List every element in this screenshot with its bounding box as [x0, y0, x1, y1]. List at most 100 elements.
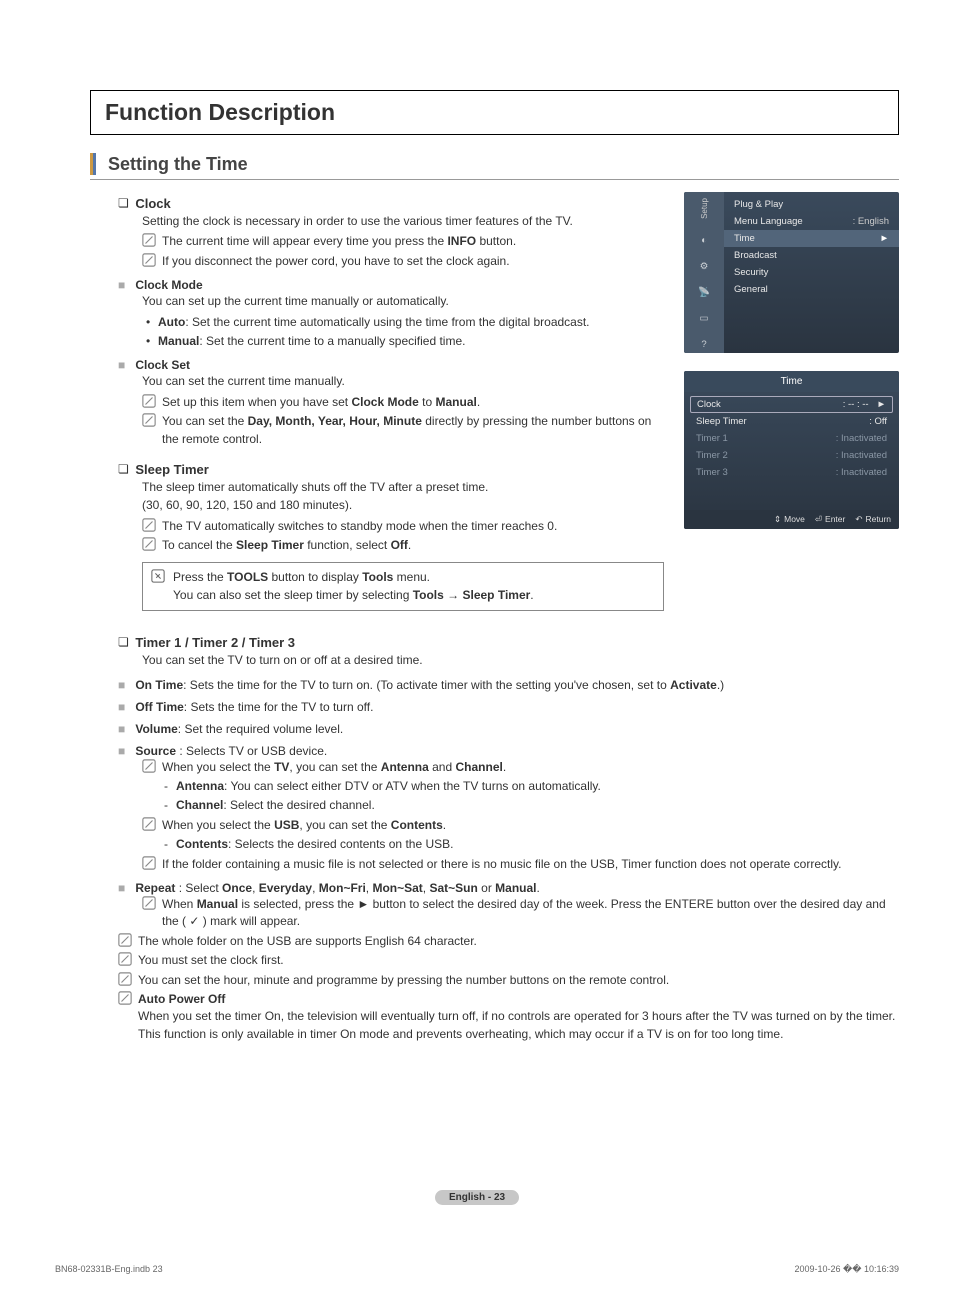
timers-intro: You can set the TV to turn on or off at … [142, 652, 899, 669]
clock-set-note-2: You can set the Day, Month, Year, Hour, … [142, 413, 664, 448]
page-footer: English - 23 [0, 1189, 954, 1205]
auto-power-off: Auto Power OffWhen you set the timer On,… [118, 991, 899, 1043]
osd-setup-row: Security [724, 264, 899, 281]
note-icon [118, 991, 132, 1008]
note-icon [142, 413, 156, 430]
enter-icon: ⏎ [815, 514, 822, 525]
osd-setup-panel: Setup ◐ ⚙ 📡 ▭ ? Plug & PlayMenu Language… [684, 192, 899, 353]
tools-icon [151, 569, 165, 588]
note-icon [142, 394, 156, 411]
bookmark-icon: ❏ [118, 196, 132, 210]
sleep-timer-line2: (30, 60, 90, 120, 150 and 180 minutes). [142, 497, 664, 514]
volume-row: ■ Volume: Set the required volume level. [118, 722, 899, 736]
square-bullet-icon: ■ [118, 358, 132, 372]
note-icon [118, 933, 132, 950]
page-number-pill: English - 23 [435, 1190, 519, 1205]
note-icon [118, 972, 132, 989]
source-row: ■ Source : Selects TV or USB device. [118, 744, 899, 758]
clock-note-1: The current time will appear every time … [142, 233, 664, 250]
page-meta: BN68-02331B-Eng.indb 23 2009-10-26 �� 10… [55, 1264, 899, 1275]
contents-row: Contents: Selects the desired contents o… [162, 836, 899, 853]
osd-setup-row: Broadcast [724, 247, 899, 264]
osd-time-footer: ⇕Move ⏎Enter ↶Return [684, 510, 899, 529]
repeat-note: When Manual is selected, press the ► but… [142, 896, 899, 931]
note-icon [142, 253, 156, 270]
sleep-timer-line1: The sleep timer automatically shuts off … [142, 479, 664, 496]
on-time-row: ■ On Time: Sets the time for the TV to t… [118, 678, 899, 692]
clock-set-note-1: Set up this item when you have set Clock… [142, 394, 664, 411]
antenna-icon: 📡 [696, 285, 712, 301]
osd-time-title: Time [684, 371, 899, 392]
clock-mode-intro: You can set up the current time manually… [142, 293, 664, 310]
square-bullet-icon: ■ [118, 700, 132, 714]
input-icon: ▭ [696, 311, 712, 327]
repeat-row: ■ Repeat : Select Once, Everyday, Mon~Fr… [118, 881, 899, 895]
meta-filename: BN68-02331B-Eng.indb 23 [55, 1264, 163, 1275]
osd-setup-sidebar: Setup ◐ ⚙ 📡 ▭ ? [684, 192, 724, 353]
bookmark-icon: ❏ [118, 462, 132, 476]
picture-icon: ◐ [696, 233, 712, 249]
osd-footer-enter: ⏎Enter [815, 514, 845, 525]
section-header: Setting the Time [90, 153, 899, 180]
osd-footer-return: ↶Return [855, 514, 891, 525]
clock-heading: ❏ Clock [118, 196, 664, 211]
main-title-box: Function Description [90, 90, 899, 135]
note-icon [142, 518, 156, 535]
osd-time-row: Clock: -- : --► [690, 396, 893, 413]
clock-set-intro: You can set the current time manually. [142, 373, 664, 390]
osd-setup-row: Time► [724, 230, 899, 247]
clock-mode-auto: Auto: Set the current time automatically… [142, 314, 664, 331]
clock-intro: Setting the clock is necessary in order … [142, 213, 664, 230]
sleep-timer-note-2: To cancel the Sleep Timer function, sele… [142, 537, 664, 554]
osd-setup-list: Plug & PlayMenu Language: EnglishTime►Br… [724, 192, 899, 353]
osd-footer-move: ⇕Move [774, 514, 805, 525]
osd-time-row: Timer 2: Inactivated [684, 447, 899, 464]
manual-page: Function Description Setting the Time ❏ … [0, 0, 954, 1315]
note-icon [142, 537, 156, 554]
clock-mode-manual: Manual: Set the current time to a manual… [142, 333, 664, 350]
general-note-3: You can set the hour, minute and program… [118, 972, 899, 989]
general-note-1: The whole folder on the USB are supports… [118, 933, 899, 950]
osd-time-panel: Time Clock: -- : --►Sleep Timer: OffTime… [684, 371, 899, 529]
note-icon [142, 896, 156, 913]
left-column: ❏ Clock Setting the clock is necessary i… [90, 192, 664, 621]
clock-note-2: If you disconnect the power cord, you ha… [142, 253, 664, 270]
updown-icon: ⇕ [774, 514, 781, 525]
section-title: Setting the Time [108, 154, 248, 175]
setup-gear-icon: ⚙ [696, 259, 712, 275]
note-icon [118, 952, 132, 969]
content-row: ❏ Clock Setting the clock is necessary i… [90, 192, 899, 621]
osd-sidebar-label: Setup [700, 198, 709, 219]
clock-set-heading: ■ Clock Set [118, 358, 664, 372]
general-note-2: You must set the clock first. [118, 952, 899, 969]
square-bullet-icon: ■ [118, 722, 132, 736]
timers-heading: ❏ Timer 1 / Timer 2 / Timer 3 [118, 635, 899, 650]
bookmark-icon: ❏ [118, 635, 132, 649]
osd-setup-row: General [724, 281, 899, 298]
square-bullet-icon: ■ [118, 678, 132, 692]
note-icon [142, 233, 156, 250]
osd-time-row: Timer 1: Inactivated [684, 430, 899, 447]
source-note-tv: When you select the TV, you can set the … [142, 759, 899, 776]
tools-tip-box: Press the TOOLS button to display Tools … [142, 562, 664, 611]
square-bullet-icon: ■ [118, 881, 132, 895]
osd-setup-row: Menu Language: English [724, 213, 899, 230]
clock-mode-heading: ■ Clock Mode [118, 278, 664, 292]
sleep-timer-heading: ❏ Sleep Timer [118, 462, 664, 477]
antenna-row: Antenna: You can select either DTV or AT… [162, 778, 899, 795]
square-bullet-icon: ■ [118, 278, 132, 292]
channel-row: Channel: Select the desired channel. [162, 797, 899, 814]
note-icon [142, 817, 156, 834]
note-icon [142, 856, 156, 873]
sleep-timer-note-1: The TV automatically switches to standby… [142, 518, 664, 535]
osd-time-row: Timer 3: Inactivated [684, 464, 899, 481]
main-title: Function Description [105, 99, 335, 125]
off-time-row: ■ Off Time: Sets the time for the TV to … [118, 700, 899, 714]
meta-timestamp: 2009-10-26 �� 10:16:39 [794, 1264, 899, 1275]
osd-time-list: Clock: -- : --►Sleep Timer: OffTimer 1: … [684, 392, 899, 510]
right-column: Setup ◐ ⚙ 📡 ▭ ? Plug & PlayMenu Language… [684, 192, 899, 621]
osd-setup-row: Plug & Play [724, 196, 899, 213]
return-icon: ↶ [855, 514, 862, 525]
square-bullet-icon: ■ [118, 744, 132, 758]
source-note-usb: When you select the USB, you can set the… [142, 817, 899, 834]
